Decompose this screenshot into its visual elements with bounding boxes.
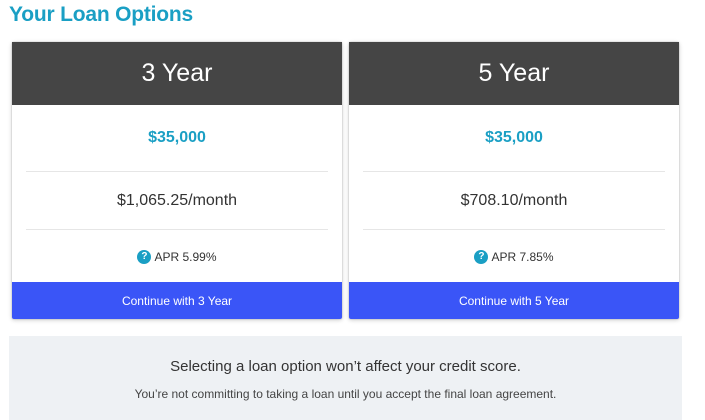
loan-amount: $35,000: [485, 129, 543, 146]
question-circle-icon[interactable]: ?: [474, 249, 489, 264]
page-title: Your Loan Options: [9, 3, 194, 26]
notice-title: Selecting a loan option won’t affect you…: [170, 358, 521, 375]
apr-row: ? APR 5.99%: [12, 230, 342, 283]
card-term-header: 3 Year: [12, 42, 342, 105]
monthly-payment: $1,065.25/month: [116, 191, 238, 209]
continue-3-year-button[interactable]: Continue with 3 Year: [12, 282, 342, 319]
loan-option-card-3-year: 3 Year $35,000 $1,065.25/month ? APR 5.9…: [12, 42, 342, 319]
apr-label: APR 7.85%: [491, 249, 554, 264]
loan-options-page: Your Loan Options 3 Year $35,000 $1,065.…: [0, 0, 705, 420]
card-term-header: 5 Year: [349, 42, 679, 105]
card-term-label: 3 Year: [141, 59, 213, 87]
loan-amount: $35,000: [148, 129, 206, 146]
notice-subtitle: You’re not committing to taking a loan u…: [134, 387, 557, 401]
continue-5-year-button[interactable]: Continue with 5 Year: [349, 282, 679, 319]
credit-score-notice: Selecting a loan option won’t affect you…: [9, 336, 682, 420]
question-circle-icon[interactable]: ?: [137, 249, 152, 264]
loan-option-card-5-year: 5 Year $35,000 $708.10/month ? APR 7.85%…: [349, 42, 679, 319]
card-term-label: 5 Year: [478, 59, 550, 87]
monthly-payment: $708.10/month: [460, 191, 568, 209]
apr-row: ? APR 7.85%: [349, 230, 679, 283]
apr-label: APR 5.99%: [154, 249, 217, 264]
